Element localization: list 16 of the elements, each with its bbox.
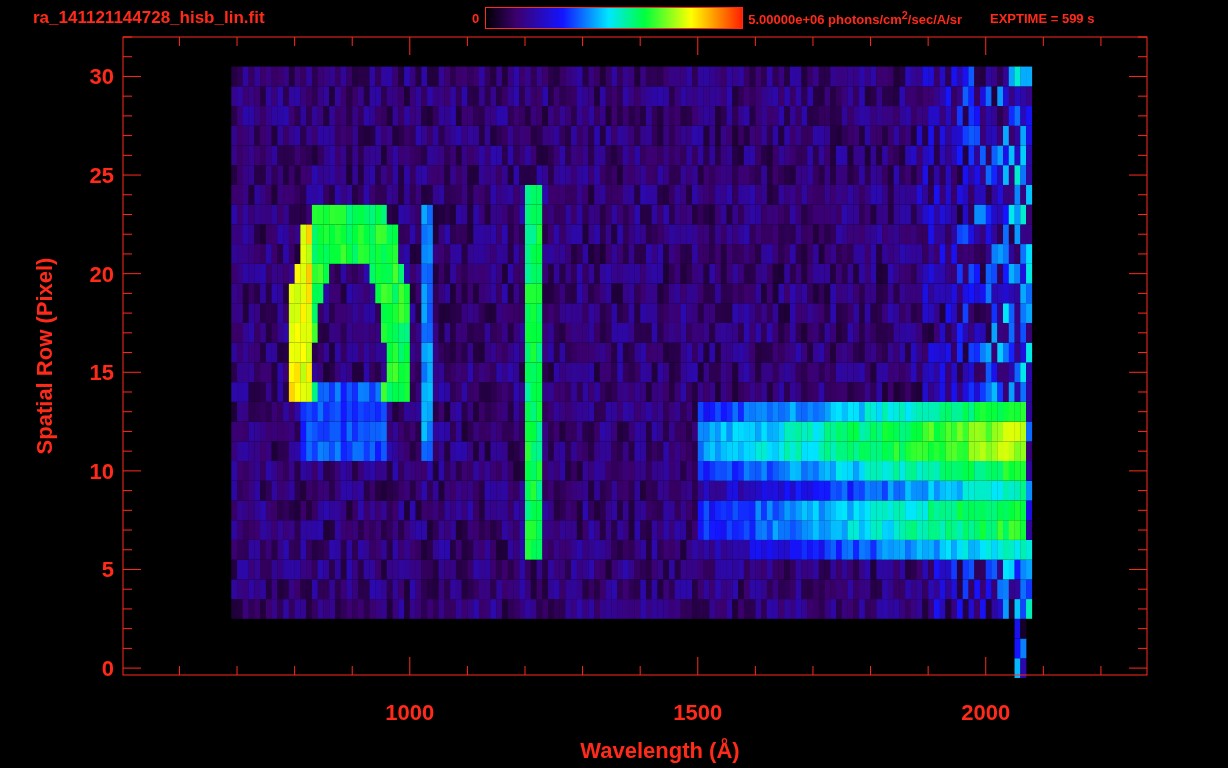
x-tick-label: 1500 [673, 700, 723, 725]
file-title: ra_141121144728_hisb_lin.fit [33, 8, 266, 28]
y-tick-label: 30 [89, 64, 114, 90]
y-tick-label: 25 [89, 163, 114, 189]
y-axis-title: Spatial Row (Pixel) [32, 257, 57, 455]
x-tick-label: 2000 [961, 700, 1011, 725]
x-tick-label: 1000 [385, 700, 435, 725]
y-tick-label: 10 [89, 458, 114, 484]
colorbar-max-label: 5.00000e+06 photons/cm$^{2}$/sec/A/sr [748, 8, 963, 28]
exposure-time: EXPTIME = 599 s [990, 10, 1095, 26]
colorbar-min-label: 0 [472, 10, 480, 26]
y-tick-label: 15 [89, 360, 114, 386]
x-axis-title: Wavelength (Å) [580, 738, 740, 763]
y-tick-label: 5 [101, 557, 114, 583]
y-tick-label: 0 [101, 656, 114, 682]
y-tick-label: 20 [89, 261, 114, 287]
